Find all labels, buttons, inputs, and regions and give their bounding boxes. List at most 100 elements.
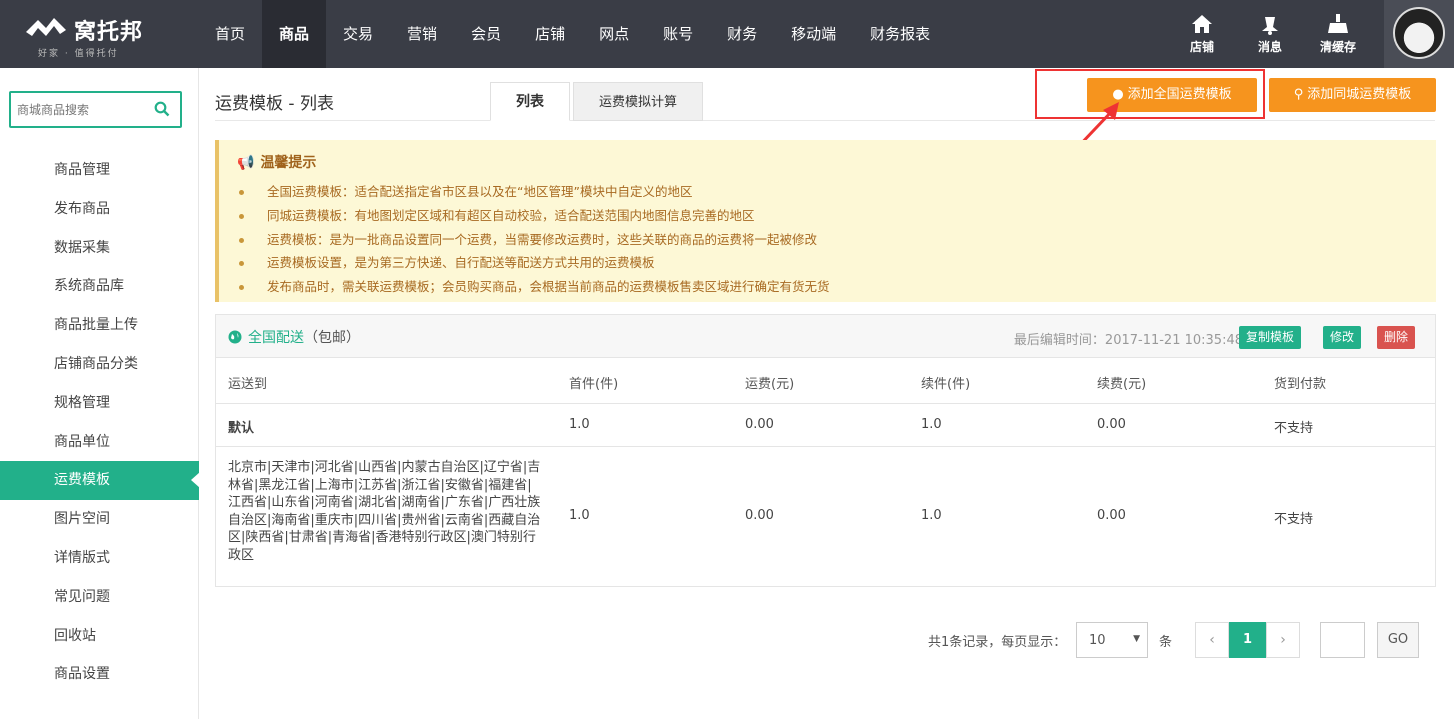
nav-store[interactable]: 店铺 bbox=[518, 0, 582, 68]
tips-title: 📢 温馨提示 bbox=[237, 152, 316, 172]
search-icon[interactable] bbox=[154, 101, 170, 117]
table-cell: 1.0 bbox=[569, 417, 590, 432]
tab-shipping-simulator[interactable]: 运费模拟计算 bbox=[573, 82, 703, 121]
map-pin-icon: ⚲ bbox=[1293, 87, 1304, 102]
globe-icon bbox=[228, 330, 242, 344]
brand-slogan: 好家 · 值得托付 bbox=[38, 49, 119, 59]
column-header: 续件(件) bbox=[921, 377, 971, 392]
table-cell: 1.0 bbox=[921, 417, 942, 432]
edit-template-button[interactable]: 修改 bbox=[1323, 326, 1362, 349]
prev-page-button[interactable]: ‹ bbox=[1195, 622, 1229, 658]
megaphone-icon: 📢 bbox=[237, 155, 255, 171]
nav-marketing[interactable]: 营销 bbox=[390, 0, 454, 68]
current-page-button[interactable]: 1 bbox=[1229, 622, 1266, 658]
page-title: 运费模板 - 列表 bbox=[215, 94, 334, 114]
page-size-select[interactable]: 10 ▼ bbox=[1076, 622, 1148, 658]
nav-finance[interactable]: 财务 bbox=[710, 0, 774, 68]
sidebar-item-spec-management[interactable]: 规格管理 bbox=[0, 384, 199, 423]
copy-template-button[interactable]: 复制模板 bbox=[1239, 326, 1302, 349]
sidebar-item-goods-unit[interactable]: 商品单位 bbox=[0, 423, 199, 462]
column-header: 运送到 bbox=[228, 377, 268, 392]
tab-list[interactable]: 列表 bbox=[490, 82, 570, 121]
template-card-header: 全国配送（包邮） 最后编辑时间：2017-11-21 10:35:48 复制模板… bbox=[216, 315, 1435, 358]
broom-icon bbox=[1328, 14, 1348, 33]
table-cell: 不支持 bbox=[1274, 421, 1314, 436]
add-city-template-button[interactable]: ⚲ 添加同城运费模板 bbox=[1269, 78, 1436, 112]
column-header: 续费(元) bbox=[1097, 377, 1147, 392]
caret-down-icon: ▼ bbox=[1133, 634, 1140, 644]
sidebar: 商品管理 发布商品 数据采集 系统商品库 商品批量上传 店铺商品分类 规格管理 … bbox=[0, 68, 200, 719]
table-cell: 0.00 bbox=[1097, 417, 1126, 432]
logo-mark-icon bbox=[26, 18, 66, 36]
table-cell: 0.00 bbox=[1097, 508, 1126, 523]
table-cell: 默认 bbox=[228, 421, 255, 436]
nav-members[interactable]: 会员 bbox=[454, 0, 518, 68]
table-cell: 1.0 bbox=[569, 508, 590, 523]
goods-search-box bbox=[9, 91, 182, 128]
sidebar-item-goods-settings[interactable]: 商品设置 bbox=[0, 655, 199, 694]
store-shortcut-label: 店铺 bbox=[1189, 40, 1214, 54]
table-row: 默认 1.0 0.00 1.0 0.00 不支持 bbox=[216, 404, 1435, 447]
go-button[interactable]: GO bbox=[1377, 622, 1419, 658]
nav-outlets[interactable]: 网点 bbox=[582, 0, 646, 68]
delete-template-button[interactable]: 删除 bbox=[1377, 326, 1416, 349]
template-title: 全国配送（包邮） bbox=[228, 327, 360, 347]
sidebar-item-goods-management[interactable]: 商品管理 bbox=[0, 151, 199, 190]
tab-divider bbox=[215, 120, 1435, 121]
user-menu[interactable] bbox=[1384, 0, 1454, 68]
sidebar-menu: 商品管理 发布商品 数据采集 系统商品库 商品批量上传 店铺商品分类 规格管理 … bbox=[0, 151, 200, 694]
tips-title-text: 温馨提示 bbox=[260, 155, 317, 171]
table-cell: 1.0 bbox=[921, 508, 942, 523]
sidebar-item-image-space[interactable]: 图片空间 bbox=[0, 500, 199, 539]
clear-cache-shortcut[interactable]: 清缓存 bbox=[1304, 0, 1372, 68]
column-header: 货到付款 bbox=[1274, 377, 1327, 392]
nav-finance-report[interactable]: 财务报表 bbox=[853, 0, 947, 68]
template-table: 运送到 首件(件) 运费(元) 续件(件) 续费(元) 货到付款 默认 1.0 … bbox=[216, 358, 1435, 587]
last-edit-time: 最后编辑时间：2017-11-21 10:35:48 bbox=[1013, 333, 1243, 348]
main-content: 运费模板 - 列表 列表 运费模拟计算 ● 添加全国运费模板 ⚲ 添加同城运费模板 … bbox=[199, 68, 1454, 719]
sidebar-item-store-categories[interactable]: 店铺商品分类 bbox=[0, 345, 199, 384]
main-nav: 首页 商品 交易 营销 会员 店铺 网点 账号 财务 移动端 财务报表 bbox=[198, 0, 947, 68]
add-city-template-label: 添加同城运费模板 bbox=[1307, 87, 1412, 102]
tips-panel: 📢 温馨提示 全国运费模板：适合配送指定省市区县以及在“地区管理”模块中自定义的地… bbox=[215, 140, 1436, 302]
tips-list: 全国运费模板：适合配送指定省市区县以及在“地区管理”模块中自定义的地区 同城运费… bbox=[237, 180, 830, 299]
table-header-row: 运送到 首件(件) 运费(元) 续件(件) 续费(元) 货到付款 bbox=[216, 358, 1435, 404]
top-shortcuts: 店铺 消息 清缓存 bbox=[1168, 0, 1372, 68]
top-navbar: 窝托邦 好家 · 值得托付 首页 商品 交易 营销 会员 店铺 网点 账号 财务… bbox=[0, 0, 1454, 68]
sidebar-item-recycle-bin[interactable]: 回收站 bbox=[0, 617, 199, 656]
template-card: 全国配送（包邮） 最后编辑时间：2017-11-21 10:35:48 复制模板… bbox=[215, 314, 1436, 587]
pagination: 共1条记录，每页显示： 10 ▼ 条 ‹ 1 › GO bbox=[199, 621, 1454, 661]
nav-goods[interactable]: 商品 bbox=[262, 0, 327, 68]
sidebar-item-detail-layout[interactable]: 详情版式 bbox=[0, 539, 199, 578]
sidebar-item-faq[interactable]: 常见问题 bbox=[0, 578, 199, 617]
tip-item: 发布商品时，需关联运费模板；会员购买商品，会根据当前商品的运费模板售卖区域进行确… bbox=[237, 275, 830, 299]
column-header: 首件(件) bbox=[569, 377, 619, 392]
brand-name: 窝托邦 bbox=[74, 20, 144, 45]
page-jump-input[interactable] bbox=[1320, 622, 1365, 658]
sidebar-item-publish-goods[interactable]: 发布商品 bbox=[0, 190, 199, 229]
sidebar-item-system-library[interactable]: 系统商品库 bbox=[0, 267, 199, 306]
tip-item: 全国运费模板：适合配送指定省市区县以及在“地区管理”模块中自定义的地区 bbox=[237, 180, 830, 204]
avatar[interactable] bbox=[1393, 7, 1445, 59]
tip-item: 同城运费模板：有地图划定区域和有超区自动校验，适合配送范围内地图信息完善的地区 bbox=[237, 204, 830, 228]
goods-search-input[interactable] bbox=[17, 100, 152, 120]
table-cell: 0.00 bbox=[745, 417, 774, 432]
messages-shortcut[interactable]: 消息 bbox=[1236, 0, 1304, 68]
nav-home[interactable]: 首页 bbox=[198, 0, 262, 68]
brand-logo[interactable]: 窝托邦 好家 · 值得托付 bbox=[24, 8, 164, 60]
sidebar-item-data-collection[interactable]: 数据采集 bbox=[0, 229, 199, 268]
bell-icon bbox=[1262, 17, 1278, 35]
table-cell: 不支持 bbox=[1274, 512, 1314, 527]
next-page-button[interactable]: › bbox=[1266, 622, 1300, 658]
sidebar-item-batch-upload[interactable]: 商品批量上传 bbox=[0, 306, 199, 345]
template-note: （包邮） bbox=[304, 330, 360, 346]
clear-cache-shortcut-label: 清缓存 bbox=[1319, 40, 1356, 54]
tip-item: 运费模板设置，是为第三方快递、自行配送等配送方式共用的运费模板 bbox=[237, 251, 830, 275]
nav-trade[interactable]: 交易 bbox=[326, 0, 390, 68]
store-shortcut[interactable]: 店铺 bbox=[1168, 0, 1236, 68]
home-icon bbox=[1192, 15, 1212, 33]
nav-mobile[interactable]: 移动端 bbox=[774, 0, 853, 68]
nav-account[interactable]: 账号 bbox=[646, 0, 710, 68]
sidebar-item-shipping-templates[interactable]: 运费模板 bbox=[0, 461, 200, 501]
tip-item: 运费模板：是为一批商品设置同一个运费，当需要修改运费时，这些关联的商品的运费将一… bbox=[237, 228, 830, 252]
